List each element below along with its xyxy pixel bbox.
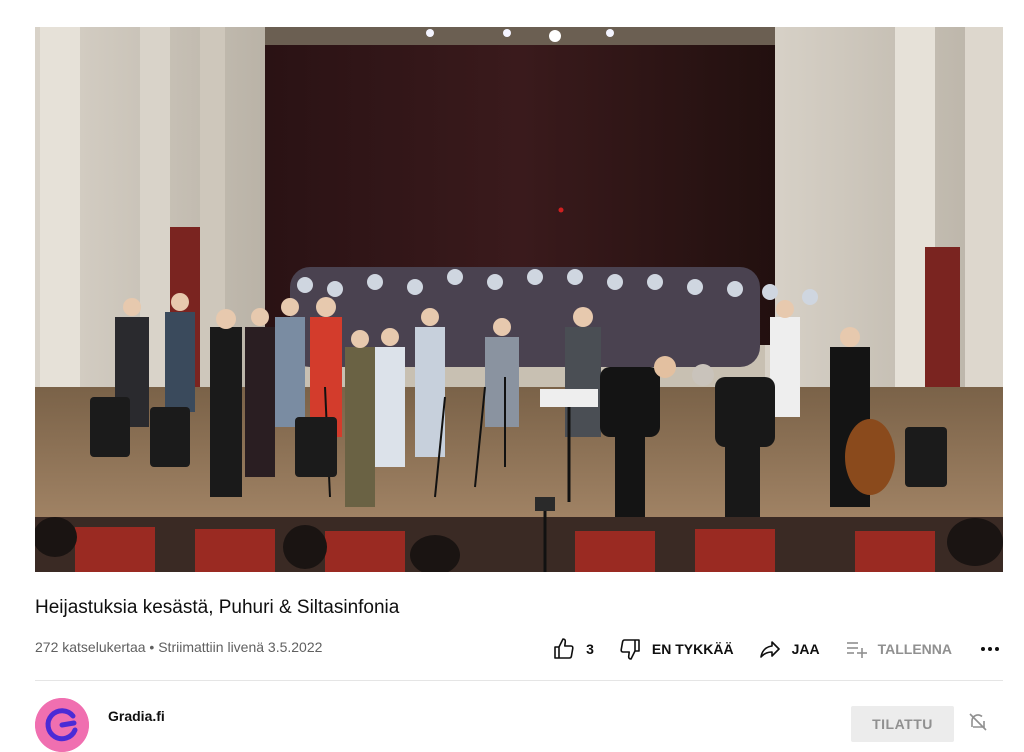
dislike-label: EN TYKKÄÄ: [651, 641, 734, 657]
meta-separator: •: [149, 639, 155, 655]
share-button[interactable]: JAA: [758, 637, 820, 661]
channel-avatar[interactable]: [35, 698, 89, 752]
dislike-button[interactable]: EN TYKKÄÄ: [618, 637, 734, 661]
stream-date: Striimattiin livenä 3.5.2022: [158, 639, 323, 655]
video-player[interactable]: [35, 27, 1003, 572]
channel-name[interactable]: Gradia.fi: [108, 708, 165, 724]
save-label: TALLENNA: [877, 641, 952, 657]
notifications-button[interactable]: [966, 710, 990, 734]
more-actions-button[interactable]: [980, 637, 1000, 661]
like-count: 3: [586, 641, 594, 657]
video-actions: 3 EN TYKKÄÄ JAA TALLENNA: [552, 636, 1000, 662]
save-button[interactable]: TALLENNA: [844, 637, 952, 661]
bell-off-icon: [969, 713, 987, 731]
view-count: 272 katselukertaa: [35, 639, 146, 655]
more-horizontal-icon: [981, 647, 999, 651]
video-frame: [35, 27, 1003, 572]
playlist-add-icon: [846, 642, 867, 658]
video-title: Heijastuksia kesästä, Puhuri & Siltasinf…: [35, 597, 400, 618]
share-arrow-icon: [759, 641, 780, 658]
channel-logo-icon: [35, 698, 89, 752]
share-label: JAA: [791, 641, 820, 657]
subscribed-button[interactable]: TILATTU: [851, 706, 954, 742]
like-button[interactable]: 3: [552, 637, 594, 661]
thumbs-down-icon: [620, 639, 640, 660]
thumbs-up-icon: [554, 638, 574, 659]
video-meta: 272 katselukertaa • Striimattiin livenä …: [35, 639, 322, 655]
divider: [35, 680, 1003, 681]
